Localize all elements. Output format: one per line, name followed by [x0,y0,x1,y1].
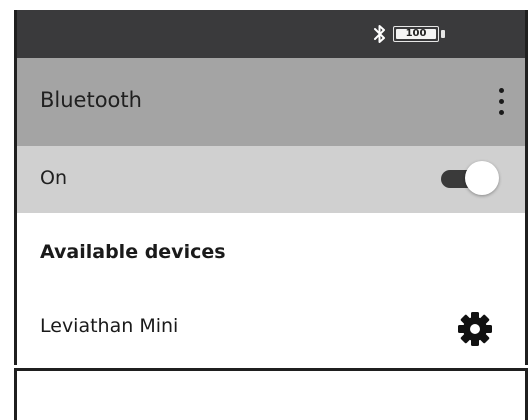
status-bar: 100 [17,10,525,58]
available-devices-header: Available devices [40,241,226,263]
device-list-item[interactable]: Leviathan Mini [17,295,525,365]
battery-icon: 100 [393,26,449,42]
page-title: Bluetooth [40,88,142,112]
bluetooth-switch[interactable] [439,160,501,198]
toggle-label: On [40,167,67,189]
app-bar: Bluetooth [17,58,525,146]
device-settings-button[interactable] [455,309,495,349]
more-options-button[interactable] [487,84,515,120]
device-name: Leviathan Mini [40,315,179,337]
switch-thumb [465,161,499,195]
more-vert-icon-dot [499,99,504,104]
battery-tip [441,30,445,38]
battery-level: 100 [405,28,427,39]
bluetooth-settings-screen: 100 Bluetooth On Available devices Levia… [14,10,528,365]
bluetooth-toggle-row[interactable]: On [17,146,525,213]
bluetooth-icon [374,25,385,43]
bottom-panel [14,368,528,420]
gear-icon [458,312,492,346]
more-vert-icon-dot [499,110,504,115]
more-vert-icon [499,88,504,93]
